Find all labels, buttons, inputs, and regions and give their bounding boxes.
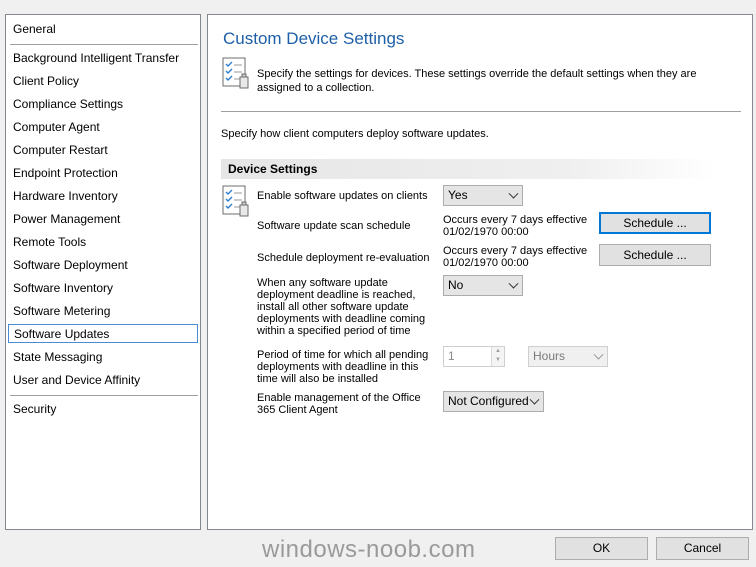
reevaluation-value-line2: 01/02/1970 00:00 [443,257,529,269]
enable-updates-value: Yes [448,188,468,202]
nav-separator [10,44,198,45]
page-title: Custom Device Settings [223,29,405,48]
nav-item-compliance-settings[interactable]: Compliance Settings [7,95,199,114]
period-value: 1 [448,349,455,363]
nav-item-software-metering[interactable]: Software Metering [7,302,199,321]
period-stepper[interactable]: 1 ▲ ▼ [443,346,505,367]
nav-item-software-updates[interactable]: Software Updates [8,324,198,343]
divider [221,111,741,112]
deadline-value: No [448,278,464,292]
nav-item-computer-restart[interactable]: Computer Restart [7,141,199,160]
reevaluation-schedule-button[interactable]: Schedule ... [599,244,711,266]
period-label: Period of time for which all pending dep… [257,349,429,385]
deadline-dropdown[interactable]: No [443,275,523,296]
watermark: windows-noob.com [262,536,476,563]
checklist-document-icon [221,185,251,217]
reevaluation-label: Schedule deployment re-evaluation [257,252,430,264]
nav-item-user-and-device-affinity[interactable]: User and Device Affinity [7,371,199,390]
nav-item-security[interactable]: Security [7,400,199,419]
checklist-document-icon [221,57,251,89]
chevron-up-icon[interactable]: ▲ [492,347,504,356]
nav-item-state-messaging[interactable]: State Messaging [7,348,199,367]
panel-description: Specify the settings for devices. These … [257,68,697,94]
chevron-down-icon[interactable]: ▼ [492,356,504,365]
settings-panel: Custom Device Settings Specify the setti… [207,14,753,530]
scan-schedule-value-line1: Occurs every 7 days effective [443,214,588,226]
enable-updates-dropdown[interactable]: Yes [443,185,523,206]
reevaluation-value-line1: Occurs every 7 days effective [443,245,588,257]
nav-item-endpoint-protection[interactable]: Endpoint Protection [7,164,199,183]
period-unit-value: Hours [533,349,566,363]
section-header-device-settings: Device Settings [221,159,716,179]
office365-value: Not Configured [448,394,529,408]
scan-schedule-value-line2: 01/02/1970 00:00 [443,226,529,238]
nav-item-hardware-inventory[interactable]: Hardware Inventory [7,187,199,206]
nav-item-background-intelligent-transfer[interactable]: Background Intelligent Transfer [7,49,199,68]
office365-label: Enable management of the Office 365 Clie… [257,392,421,416]
ok-button[interactable]: OK [555,537,648,560]
nav-item-computer-agent[interactable]: Computer Agent [7,118,199,137]
nav-item-software-inventory[interactable]: Software Inventory [7,279,199,298]
cancel-button[interactable]: Cancel [656,537,749,560]
deadline-label: When any software update deployment dead… [257,277,426,337]
period-unit-dropdown[interactable]: Hours [528,346,608,367]
office365-dropdown[interactable]: Not Configured [443,391,544,412]
chevron-down-icon [593,349,604,360]
chevron-down-icon [529,394,540,405]
nav-item-software-deployment[interactable]: Software Deployment [7,256,199,275]
nav-item-remote-tools[interactable]: Remote Tools [7,233,199,252]
stepper-buttons[interactable]: ▲ ▼ [491,347,504,366]
enable-updates-label: Enable software updates on clients [257,190,428,202]
settings-navigation: General Background Intelligent Transfer … [5,14,201,530]
chevron-down-icon [508,278,519,289]
panel-intro-text: Specify how client computers deploy soft… [221,128,489,140]
chevron-down-icon [508,188,519,199]
nav-separator [10,395,198,396]
nav-item-general[interactable]: General [7,20,199,39]
scan-schedule-button[interactable]: Schedule ... [599,212,711,234]
nav-item-power-management[interactable]: Power Management [7,210,199,229]
scan-schedule-label: Software update scan schedule [257,220,411,232]
nav-item-client-policy[interactable]: Client Policy [7,72,199,91]
